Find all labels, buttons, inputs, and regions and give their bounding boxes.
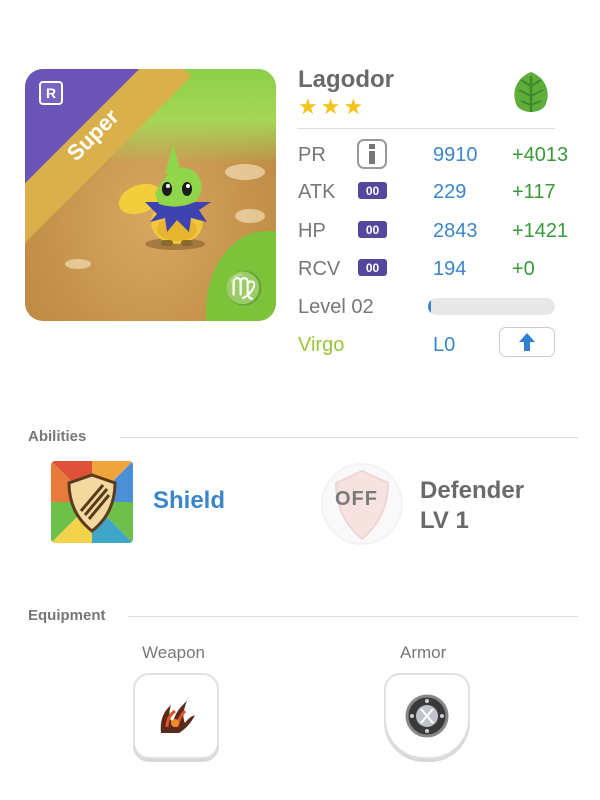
level-label: Level 02 xyxy=(298,296,374,318)
star-icon: ★ xyxy=(320,94,341,119)
leader-ability-level: LV 1 xyxy=(420,507,469,534)
stat-tag-rcv: 00 xyxy=(358,259,387,276)
rarity-badge-icon: R xyxy=(39,81,63,105)
stat-value-hp: 2843 xyxy=(433,220,478,242)
dirt-patch xyxy=(65,259,91,269)
weapon-slot[interactable] xyxy=(133,673,219,759)
stat-bonus-hp: +1421 xyxy=(512,220,569,242)
level-progress-fill xyxy=(428,298,431,315)
active-ability-shield-icon[interactable] xyxy=(51,461,133,543)
stat-tag-hp: 00 xyxy=(358,221,387,238)
star-icon: ★ xyxy=(343,94,364,119)
divider xyxy=(297,128,555,129)
leader-ability-title: Defender xyxy=(420,477,525,504)
stat-value-rcv: 194 xyxy=(433,258,467,280)
divider xyxy=(128,616,578,617)
shield-armor-icon xyxy=(405,694,449,738)
stat-tag-atk: 00 xyxy=(358,182,387,199)
leader-ability-name: Defender LV 1 xyxy=(420,476,524,536)
dirt-patch xyxy=(235,209,265,223)
monster-name: Lagodor xyxy=(298,66,394,93)
info-icon xyxy=(369,144,375,164)
star-icon: ★ xyxy=(298,94,318,119)
stat-bonus-pr: +4013 xyxy=(512,144,569,166)
zodiac-label: Virgo xyxy=(298,334,345,356)
zodiac-upgrade-button[interactable] xyxy=(499,327,555,357)
stat-label-rcv: RCV xyxy=(298,258,341,280)
stat-label-pr: PR xyxy=(298,144,326,166)
stat-bonus-rcv: +0 xyxy=(512,258,535,280)
monster-portrait[interactable]: Super R ♍ xyxy=(25,69,276,321)
stat-label-hp: HP xyxy=(298,220,326,242)
weapon-label: Weapon xyxy=(142,643,206,662)
level-progress-bar xyxy=(428,298,555,315)
leader-ability-status: OFF xyxy=(335,488,378,510)
star-rating: ★ ★ ★ xyxy=(298,96,363,118)
virgo-icon: ♍ xyxy=(224,270,264,306)
equipment-section-title: Equipment xyxy=(28,607,106,624)
claw-weapon-icon xyxy=(160,701,195,733)
stat-label-atk: ATK xyxy=(298,181,336,203)
arrow-up-icon xyxy=(519,333,535,351)
armor-slot[interactable] xyxy=(384,673,470,759)
stat-value-pr: 9910 xyxy=(433,144,478,166)
divider xyxy=(120,437,578,438)
info-button[interactable] xyxy=(357,139,387,169)
abilities-section-title: Abilities xyxy=(28,428,87,445)
stat-bonus-atk: +117 xyxy=(512,181,556,203)
active-ability-name[interactable]: Shield xyxy=(153,487,225,515)
armor-label: Armor xyxy=(400,643,447,662)
leaf-icon xyxy=(514,72,548,112)
stat-value-atk: 229 xyxy=(433,181,467,203)
zodiac-level: L0 xyxy=(433,334,456,356)
